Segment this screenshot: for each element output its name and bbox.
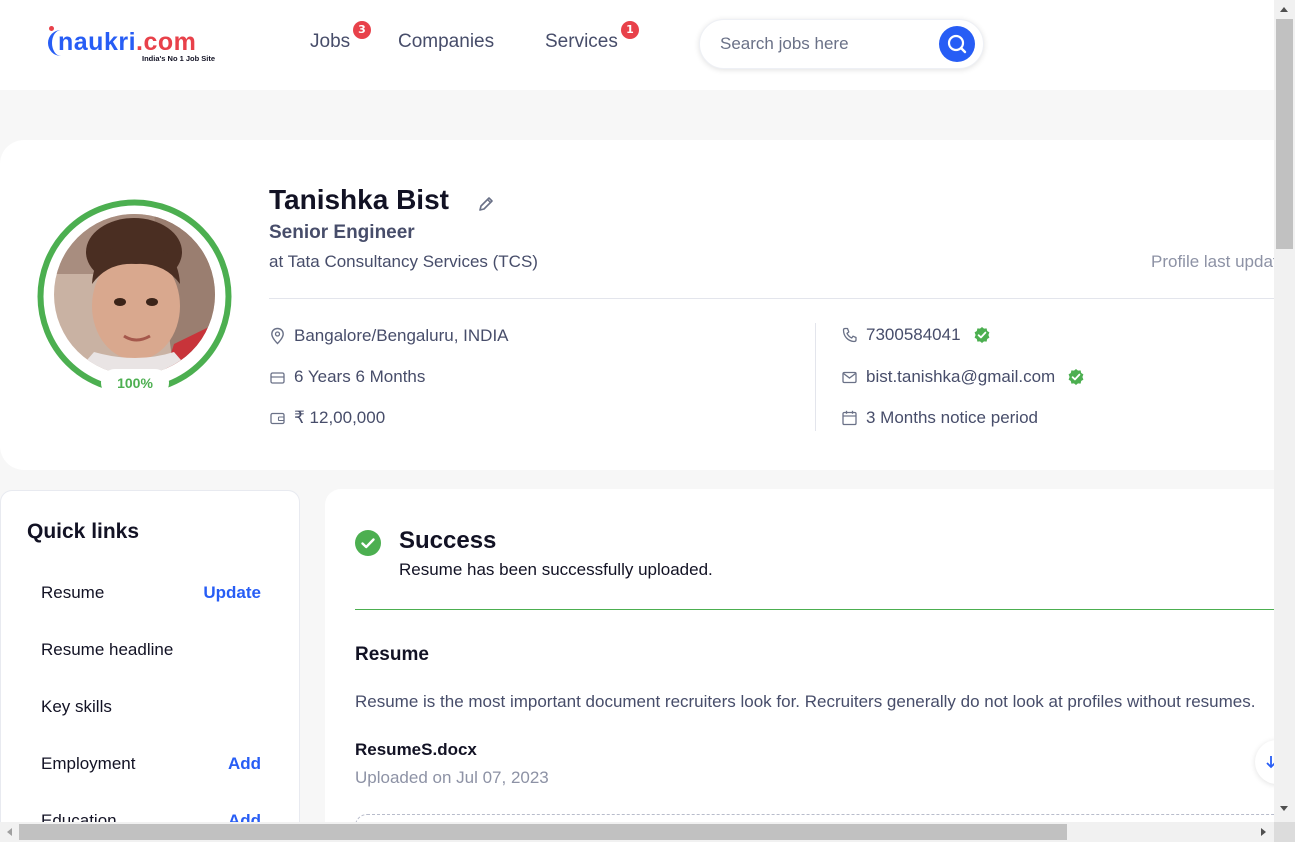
logo-name: naukri (58, 28, 137, 56)
resume-update-link[interactable]: Update (203, 583, 261, 603)
location-pin-icon (271, 327, 284, 345)
horizontal-scrollbar[interactable] (0, 822, 1274, 842)
verified-badge-icon (1068, 369, 1084, 385)
employment-add-link[interactable]: Add (228, 754, 261, 774)
nav-jobs-label: Jobs (310, 31, 351, 52)
nav-companies[interactable]: Companies (398, 31, 494, 53)
resume-upload-date: Uploaded on Jul 07, 2023 (355, 768, 549, 787)
search-button[interactable] (939, 26, 975, 62)
naukri-logo[interactable]: naukri.com India's No 1 Job Site (48, 26, 238, 66)
quick-link-label: Resume (41, 583, 105, 602)
profile-company: at Tata Consultancy Services (TCS) (269, 252, 538, 271)
nav-services[interactable]: Services (545, 31, 618, 53)
resume-panel: Success Resume has been successfully upl… (325, 489, 1274, 842)
search-bar (699, 19, 984, 69)
top-header: naukri.com India's No 1 Job Site Jobs 3 … (0, 0, 1274, 90)
nav-services-label: Services (545, 31, 618, 52)
quick-link-label: Resume headline (41, 640, 174, 659)
quick-link-key-skills[interactable]: Key skills (41, 697, 261, 721)
phone-text: 7300584041 (866, 325, 961, 344)
logo-tagline: India's No 1 Job Site (142, 54, 216, 63)
notice-info: 3 Months notice period (842, 408, 1038, 428)
experience-text: 6 Years 6 Months (294, 367, 426, 386)
phone-icon (842, 327, 857, 343)
scroll-right-arrow-icon[interactable] (1261, 828, 1266, 836)
nav-companies-label: Companies (398, 31, 495, 52)
quick-link-resume[interactable]: Resume Update (41, 583, 261, 607)
verified-badge-icon (974, 327, 989, 343)
profile-last-updated: Profile last updated (1151, 252, 1274, 271)
logo-domain: .com (136, 28, 197, 56)
phone-info: 7300584041 (842, 325, 1000, 345)
edit-pencil-icon[interactable] (476, 194, 496, 214)
profile-card: 100% Tanishka Bist Senior Engineer at Ta… (0, 140, 1274, 470)
scroll-left-arrow-icon[interactable] (7, 828, 12, 836)
success-divider (355, 609, 1274, 610)
salary-text: ₹ 12,00,000 (294, 408, 386, 427)
location-info: Bangalore/Bengaluru, INDIA (270, 326, 509, 346)
avatar (54, 214, 215, 375)
divider (269, 298, 1274, 299)
download-icon (1266, 756, 1274, 769)
search-input[interactable] (720, 34, 930, 54)
services-badge: 1 (621, 21, 639, 39)
quick-link-label: Key skills (41, 697, 112, 716)
salary-info: ₹ 12,00,000 (270, 408, 385, 428)
mail-icon (842, 371, 857, 383)
profile-photo[interactable] (54, 214, 215, 375)
divider-vertical (815, 323, 816, 431)
email-info: bist.tanishka@gmail.com (842, 367, 1094, 387)
search-icon (947, 34, 967, 54)
download-resume-button[interactable] (1255, 740, 1274, 784)
resume-file-name[interactable]: ResumeS.docx (355, 740, 477, 760)
profile-name: Tanishka Bist (269, 184, 449, 215)
vertical-scrollbar[interactable] (1274, 0, 1295, 822)
vertical-scroll-thumb[interactable] (1276, 19, 1293, 249)
quick-link-employment[interactable]: Employment Add (41, 754, 261, 778)
resume-section-title: Resume (355, 644, 429, 665)
briefcase-icon (270, 371, 285, 384)
scrollbar-corner (1274, 822, 1295, 842)
experience-info: 6 Years 6 Months (270, 367, 425, 387)
quick-link-label: Employment (41, 754, 136, 773)
wallet-icon (270, 412, 285, 424)
notice-text: 3 Months notice period (866, 408, 1038, 427)
success-title: Success (399, 527, 497, 554)
success-message: Resume has been successfully uploaded. (399, 560, 713, 579)
scroll-up-arrow-icon[interactable] (1280, 7, 1288, 12)
scroll-down-arrow-icon[interactable] (1280, 806, 1288, 811)
horizontal-scroll-thumb[interactable] (19, 824, 1067, 840)
quick-links-title: Quick links (27, 520, 140, 543)
success-check-icon (355, 530, 381, 556)
jobs-badge: 3 (353, 21, 371, 39)
profile-completion-percent: 100% (101, 369, 169, 397)
quick-links-panel: Quick links Resume Update Resume headlin… (0, 490, 300, 842)
quick-link-resume-headline[interactable]: Resume headline (41, 640, 261, 664)
location-text: Bangalore/Bengaluru, INDIA (294, 326, 509, 345)
profile-designation: Senior Engineer (269, 222, 415, 243)
calendar-icon (842, 410, 857, 426)
nav-jobs[interactable]: Jobs (310, 31, 350, 53)
resume-description: Resume is the most important document re… (355, 692, 1256, 711)
email-text: bist.tanishka@gmail.com (866, 367, 1056, 386)
